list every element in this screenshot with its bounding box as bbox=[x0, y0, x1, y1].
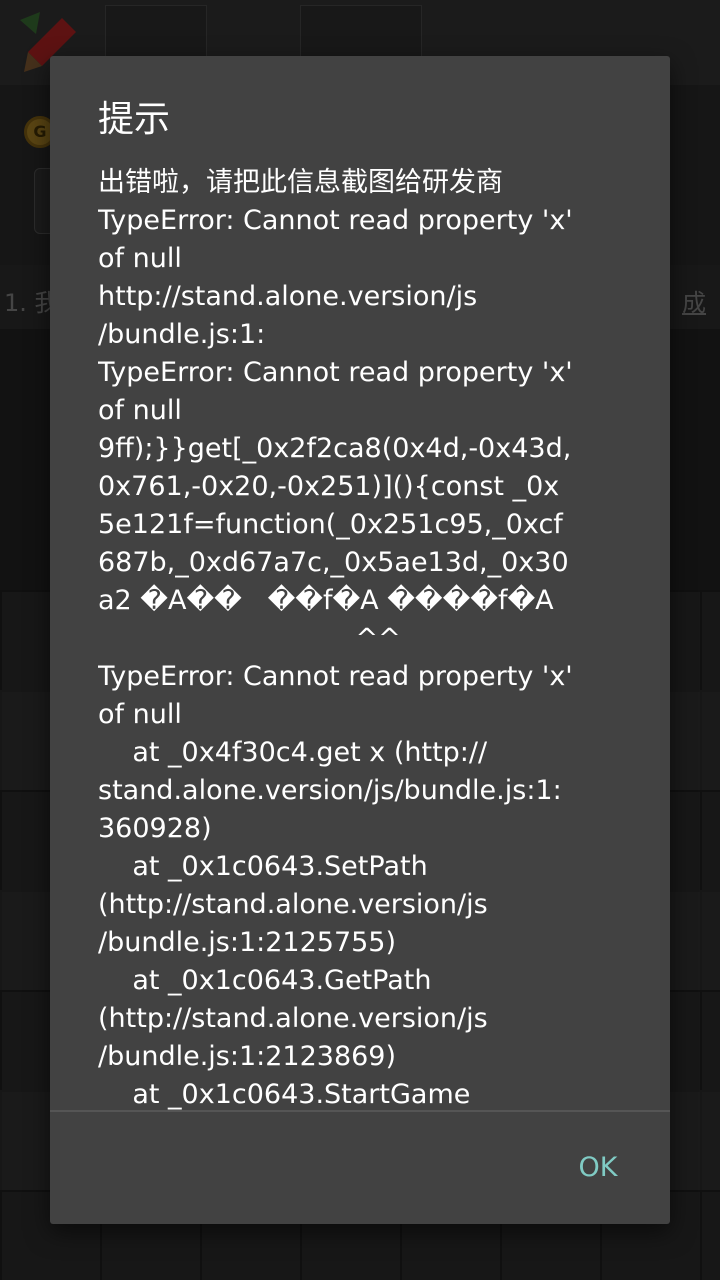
error-message-line: (http://stand.alone.version/js bbox=[98, 889, 488, 920]
error-message-line: at _0x1c0643.GetPath bbox=[98, 965, 432, 996]
error-message-line: stand.alone.version/js/bundle.js:1: bbox=[98, 775, 562, 806]
error-dialog: 提示 出错啦，请把此信息截图给研发商 TypeError: Cannot rea… bbox=[50, 56, 670, 1224]
error-message-line: TypeError: Cannot read property 'x' bbox=[98, 205, 573, 236]
error-message-line: 出错啦，请把此信息截图给研发商 bbox=[98, 167, 503, 198]
error-message-line: TypeError: Cannot read property 'x' bbox=[98, 357, 573, 388]
error-message-line: http://stand.alone.version/js bbox=[98, 281, 478, 312]
error-message-line: /bundle.js:1: bbox=[98, 319, 266, 350]
error-message-line: TypeError: Cannot read property 'x' bbox=[98, 661, 573, 692]
error-message-line: of null bbox=[98, 395, 182, 426]
error-message-line: 9ff);}}get[_0x2f2ca8(0x4d,-0x43d, bbox=[98, 433, 572, 464]
error-message-line: ^^ bbox=[98, 623, 401, 654]
dialog-message-scroll[interactable]: 出错啦，请把此信息截图给研发商 TypeError: Cannot read p… bbox=[98, 164, 638, 1110]
dialog-divider bbox=[50, 1110, 670, 1112]
error-message-line: of null bbox=[98, 699, 182, 730]
error-message-line: /bundle.js:1:2125755) bbox=[98, 927, 397, 958]
dialog-title: 提示 bbox=[98, 99, 171, 140]
error-message-line: 687b,_0xd67a7c,_0x5ae13d,_0x30 bbox=[98, 547, 569, 578]
error-message-line: 0x761,-0x20,-0x251)](){const _0x bbox=[98, 471, 560, 502]
ok-button[interactable]: OK bbox=[566, 1142, 630, 1194]
error-message-line: (http://stand.alone.version/js bbox=[98, 1003, 488, 1034]
error-message-line: at _0x1c0643.StartGame bbox=[98, 1079, 471, 1110]
error-message-line: /bundle.js:1:2123869) bbox=[98, 1041, 397, 1072]
error-message: 出错啦，请把此信息截图给研发商 TypeError: Cannot read p… bbox=[98, 164, 638, 1110]
error-message-line: at _0x4f30c4.get x (http:// bbox=[98, 737, 488, 768]
error-message-line: a2 �A�� ��f�A ����f�A bbox=[98, 585, 554, 616]
error-message-line: 5e121f=function(_0x251c95,_0xcf bbox=[98, 509, 563, 540]
error-message-line: at _0x1c0643.SetPath bbox=[98, 851, 428, 882]
error-message-line: 360928) bbox=[98, 813, 212, 844]
error-message-line: of null bbox=[98, 243, 182, 274]
